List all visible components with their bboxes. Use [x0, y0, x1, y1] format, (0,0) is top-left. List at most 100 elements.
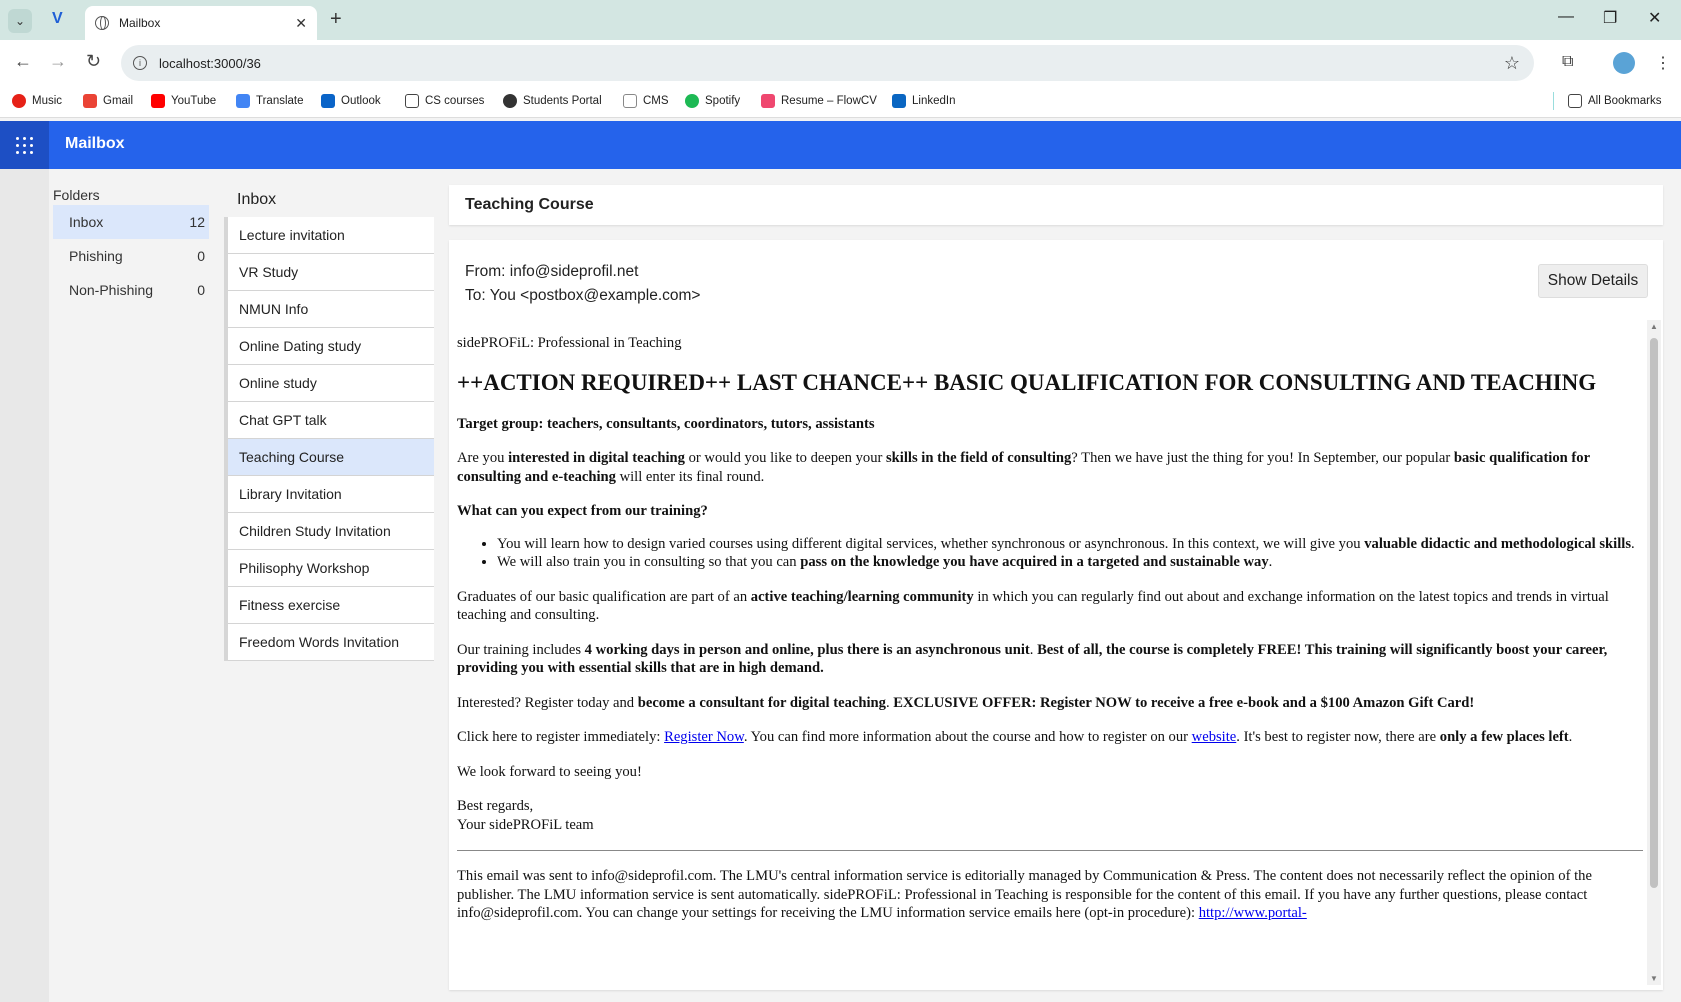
portal-link[interactable]: http://www.portal- — [1199, 905, 1307, 921]
reload-icon[interactable]: ↻ — [86, 51, 101, 72]
list-item[interactable]: Online study — [228, 365, 434, 402]
bookmark-outlook[interactable]: Outlook — [321, 94, 381, 108]
bookmark-cms[interactable]: CMS — [623, 94, 669, 108]
browser-tab[interactable]: Mailbox ✕ — [85, 6, 317, 40]
list-item[interactable]: Children Study Invitation — [228, 513, 434, 550]
list-item: We will also train you in consulting so … — [497, 553, 1643, 572]
email-from: From: info@sideprofil.net — [465, 263, 639, 280]
bookmark-spotify[interactable]: Spotify — [685, 94, 740, 108]
menu-icon[interactable]: ⋮ — [1655, 53, 1671, 73]
bookmark-translate[interactable]: Translate — [236, 94, 304, 108]
folder-count: 0 — [197, 248, 205, 264]
list-item[interactable]: Chat GPT talk — [228, 402, 434, 439]
app-title: Mailbox — [65, 135, 125, 152]
folder-label: Phishing — [69, 248, 123, 264]
minimize-icon[interactable]: — — [1558, 8, 1574, 26]
inbox-title: Inbox — [237, 191, 277, 208]
list-item[interactable]: Library Invitation — [228, 476, 434, 513]
close-tab-icon[interactable]: ✕ — [295, 15, 307, 32]
restore-icon[interactable]: ❐ — [1603, 8, 1617, 28]
email-headers: From: info@sideprofil.net To: You <postb… — [465, 260, 700, 308]
left-rail — [0, 169, 49, 1002]
scroll-thumb[interactable] — [1650, 338, 1658, 888]
list-item[interactable]: Philisophy Workshop — [228, 550, 434, 587]
divider — [457, 850, 1643, 851]
bookmarks-bar: Music Gmail YouTube Translate Outlook CS… — [0, 86, 1681, 118]
list-item[interactable]: Online Dating study — [228, 328, 434, 365]
folder-count: 12 — [189, 214, 205, 230]
folder-non-phishing[interactable]: Non-Phishing 0 — [53, 273, 209, 307]
email-footer: This email was sent to info@sideprofil.c… — [457, 868, 1592, 921]
email-subject-bar: Teaching Course — [449, 185, 1663, 225]
email-scrollbar[interactable]: ▲ ▼ — [1647, 320, 1661, 985]
bookmark-linkedin[interactable]: LinkedIn — [892, 94, 955, 108]
bookmark-gmail[interactable]: Gmail — [83, 94, 133, 108]
tab-title: Mailbox — [119, 16, 161, 30]
training-list: You will learn how to design varied cour… — [497, 535, 1643, 572]
paragraph-offer: Interested? Register today and become a … — [457, 694, 1475, 711]
profile-avatar[interactable] — [1613, 52, 1635, 74]
folder-icon — [1568, 94, 1582, 108]
show-details-button[interactable]: Show Details — [1538, 264, 1648, 298]
website-link[interactable]: website — [1192, 729, 1237, 745]
spotify-icon — [685, 94, 699, 108]
bookmark-star-icon[interactable]: ☆ — [1504, 53, 1520, 74]
globe-icon — [95, 16, 109, 30]
paragraph-community: Graduates of our basic qualification are… — [457, 588, 1609, 624]
signature: Best regards, Your sidePROFiL team — [457, 798, 594, 833]
close-window-icon[interactable]: ✕ — [1648, 8, 1661, 28]
folder-phishing[interactable]: Phishing 0 — [53, 239, 209, 273]
closing-line: We look forward to seeing you! — [457, 763, 642, 780]
cms-icon — [623, 94, 637, 108]
paragraph-register: Click here to register immediately: Regi… — [457, 729, 1573, 745]
list-item[interactable]: Freedom Words Invitation — [228, 624, 434, 661]
tab-search-icon[interactable]: ⌄ — [8, 9, 32, 33]
scroll-down-icon[interactable]: ▼ — [1650, 974, 1658, 983]
browser-toolbar: ← → ↻ i localhost:3000/36 ☆ ⧉ ⋮ — [0, 40, 1681, 86]
browser-tab-bar: ⌄ V Mailbox ✕ + — ❐ ✕ — [0, 0, 1681, 40]
list-item[interactable]: VR Study — [228, 254, 434, 291]
app-logo-icon[interactable]: V — [52, 10, 70, 28]
new-tab-icon[interactable]: + — [330, 8, 342, 31]
outlook-icon — [321, 94, 335, 108]
list-item[interactable]: Fitness exercise — [228, 587, 434, 624]
address-bar[interactable]: i localhost:3000/36 ☆ — [121, 45, 1534, 81]
list-item[interactable]: NMUN Info — [228, 291, 434, 328]
flowcv-icon — [761, 94, 775, 108]
all-bookmarks[interactable]: All Bookmarks — [1568, 94, 1662, 108]
list-item[interactable]: Lecture invitation — [228, 217, 434, 254]
bookmark-resume[interactable]: Resume – FlowCV — [761, 94, 877, 108]
folders-title: Folders — [53, 187, 100, 203]
forward-icon[interactable]: → — [49, 51, 67, 72]
youtube-icon — [151, 94, 165, 108]
bookmark-youtube[interactable]: YouTube — [151, 94, 216, 108]
email-subject: Teaching Course — [465, 196, 594, 213]
url-text: localhost:3000/36 — [159, 55, 261, 71]
mail-list: Lecture invitation VR Study NMUN Info On… — [224, 217, 434, 661]
extensions-icon[interactable]: ⧉ — [1562, 53, 1573, 71]
sender-line: sidePROFiL: Professional in Teaching — [457, 335, 682, 351]
folder-count: 0 — [197, 282, 205, 298]
apps-grid-icon[interactable] — [0, 121, 49, 169]
folder-label: Inbox — [69, 214, 104, 230]
target-group: Target group: teachers, consultants, coo… — [457, 415, 875, 432]
folder-inbox[interactable]: Inbox 12 — [53, 205, 209, 239]
bookmark-music[interactable]: Music — [12, 94, 62, 108]
folders-panel: Folders Inbox 12 Phishing 0 Non-Phishing… — [49, 169, 219, 1002]
list-item: You will learn how to design varied cour… — [497, 535, 1643, 554]
scroll-up-icon[interactable]: ▲ — [1650, 322, 1658, 331]
expect-heading: What can you expect from our training? — [457, 503, 708, 519]
email-view: From: info@sideprofil.net To: You <postb… — [449, 240, 1663, 990]
list-item-selected[interactable]: Teaching Course — [228, 439, 434, 476]
back-icon[interactable]: ← — [14, 51, 32, 72]
bookmark-cs-courses[interactable]: CS courses — [405, 94, 484, 108]
portal-icon — [503, 94, 517, 108]
paragraph-intro: Are you interested in digital teaching o… — [457, 450, 1590, 485]
email-body[interactable]: sidePROFiL: Professional in Teaching ++A… — [457, 320, 1643, 985]
bookmark-students-portal[interactable]: Students Portal — [503, 94, 602, 108]
site-info-icon[interactable]: i — [133, 56, 147, 70]
email-to: To: You <postbox@example.com> — [465, 287, 701, 304]
email-headline: ++ACTION REQUIRED++ LAST CHANCE++ BASIC … — [457, 369, 1597, 395]
register-now-link[interactable]: Register Now — [664, 729, 744, 745]
inbox-list: Inbox Lecture invitation VR Study NMUN I… — [224, 185, 434, 1002]
